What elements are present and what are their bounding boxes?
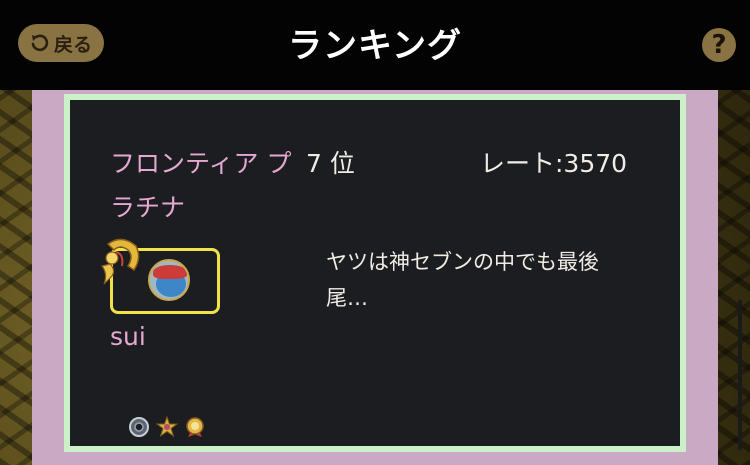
page-title: ランキング [288,26,462,66]
scrollbar[interactable] [738,300,742,450]
badge-list [128,416,206,438]
help-icon[interactable]: ? [702,28,736,62]
character-frame-icon [100,238,140,285]
ranking-card[interactable]: フロンティア プラチナ 7 位 レート:3570 sui ヤツは神セブンの中でも… [64,94,686,452]
player-name: sui [110,322,146,351]
gold-medal-badge-icon [186,417,204,437]
rate-value: レート:3570 [480,149,628,178]
player-comment: ヤツは神セブンの中でも最後尾… [326,250,599,310]
silver-ring-badge-icon [129,417,149,437]
team-name: フロンティア プラチナ [110,149,292,222]
gold-star-badge-icon [156,416,178,438]
avatar-face-icon [148,259,190,301]
rank-value: 7 位 [306,149,355,178]
header-bar: 戻る ランキング ? [0,0,750,90]
